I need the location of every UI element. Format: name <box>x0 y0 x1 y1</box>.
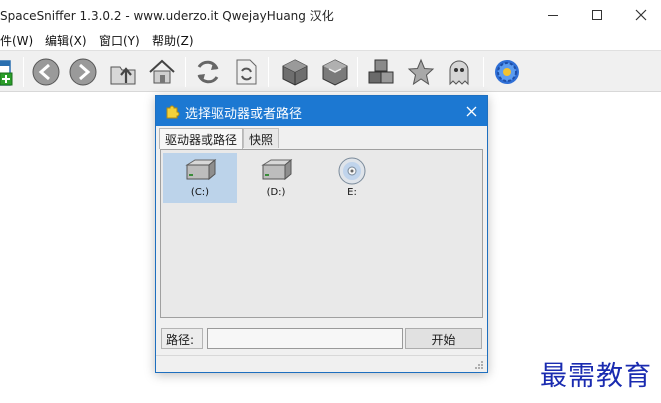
drive-e[interactable]: E: <box>315 153 389 203</box>
up-folder-button[interactable] <box>106 55 140 89</box>
path-input[interactable] <box>207 328 403 349</box>
menu-help[interactable]: 帮助(Z) <box>152 32 194 49</box>
home-button[interactable] <box>145 55 179 89</box>
path-row: 路径: 开始 <box>161 328 483 350</box>
title-bar: SpaceSniffer 1.3.0.2 - www.uderzo.it Qwe… <box>0 0 661 30</box>
menu-window-2[interactable]: 窗口(Y) <box>99 32 140 49</box>
gear-flower-icon <box>495 60 519 84</box>
menu-window[interactable]: 件(W) <box>0 32 33 49</box>
dialog-close-button[interactable] <box>455 96 487 126</box>
watermark-text: 最需教育 <box>540 361 652 392</box>
path-label: 路径: <box>161 328 203 349</box>
cube-outline-icon <box>322 59 348 86</box>
forward-button[interactable] <box>66 55 100 89</box>
blocks-button[interactable] <box>364 55 398 89</box>
settings-button[interactable] <box>490 55 524 89</box>
dialog-title: 选择驱动器或者路径 <box>185 107 303 122</box>
back-button[interactable] <box>29 55 63 89</box>
menu-edit[interactable]: 编辑(X) <box>45 32 87 49</box>
cube-button[interactable] <box>278 55 312 89</box>
drive-list: (C:) (D:) E: <box>160 149 483 318</box>
refresh-button[interactable] <box>191 55 225 89</box>
select-drive-dialog: 选择驱动器或者路径 驱动器或路径 快照 (C:) (D:) E: 路径: 开始 <box>155 95 488 373</box>
refresh-page-icon <box>236 59 257 85</box>
close-button[interactable] <box>618 0 661 30</box>
drive-d[interactable]: (D:) <box>239 153 313 203</box>
tab-drive-or-path[interactable]: 驱动器或路径 <box>159 128 244 149</box>
cube-outline-button[interactable] <box>318 55 352 89</box>
start-button[interactable]: 开始 <box>405 328 482 349</box>
minimize-icon <box>548 14 558 16</box>
close-icon <box>635 9 647 21</box>
cube-icon <box>282 59 308 86</box>
blocks-icon <box>368 59 394 84</box>
ghost-icon <box>449 60 469 86</box>
refresh-page-button[interactable] <box>229 55 263 89</box>
cd-drive-icon <box>338 157 366 185</box>
minimize-button[interactable] <box>530 0 576 30</box>
dialog-title-bar: 选择驱动器或者路径 <box>156 96 487 126</box>
drive-label: (C:) <box>190 187 210 198</box>
menu-bar: 件(W) 编辑(X) 窗口(Y) 帮助(Z) <box>0 30 661 50</box>
new-window-icon <box>0 60 13 86</box>
dialog-status-bar <box>156 355 487 372</box>
maximize-button[interactable] <box>574 0 620 30</box>
puzzle-icon <box>166 105 180 119</box>
tab-snapshot[interactable]: 快照 <box>243 128 280 148</box>
resize-grip-icon[interactable] <box>474 360 484 370</box>
hard-drive-icon <box>185 159 217 181</box>
forward-icon <box>69 58 97 86</box>
toolbar <box>0 50 661 92</box>
maximize-icon <box>592 10 602 20</box>
hard-drive-icon <box>261 159 293 181</box>
window-title: SpaceSniffer 1.3.0.2 - www.uderzo.it Qwe… <box>0 9 334 23</box>
star-button[interactable] <box>404 55 438 89</box>
new-window-button[interactable] <box>0 55 16 89</box>
drive-label: (D:) <box>266 187 286 198</box>
drive-label: E: <box>347 187 357 198</box>
back-icon <box>32 58 60 86</box>
ghost-button[interactable] <box>442 55 476 89</box>
home-icon <box>149 59 175 84</box>
drive-c[interactable]: (C:) <box>163 153 237 203</box>
up-folder-icon <box>110 66 136 85</box>
close-icon <box>466 106 476 116</box>
refresh-icon <box>197 60 219 84</box>
star-icon <box>407 58 435 86</box>
